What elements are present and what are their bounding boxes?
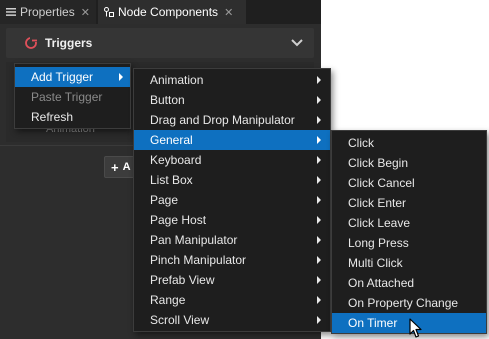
submenu-arrow-icon [317,236,321,244]
menu-item-animation[interactable]: Animation [134,70,330,90]
menu-item-on-attached[interactable]: On Attached [332,273,486,293]
menu-item-long-press[interactable]: Long Press [332,233,486,253]
menu-item-page[interactable]: Page [134,190,330,210]
submenu-arrow-icon [317,76,321,84]
menu-item-on-property-change[interactable]: On Property Change [332,293,486,313]
menu-item-list-box[interactable]: List Box [134,170,330,190]
properties-icon [6,8,16,16]
submenu-arrow-icon [317,156,321,164]
menu-item-label: Paste Trigger [31,90,103,104]
menu-item-click-begin[interactable]: Click Begin [332,153,486,173]
context-menu: Add Trigger Paste Trigger Refresh [14,63,131,129]
menu-item-general[interactable]: General [134,130,330,150]
tab-properties[interactable]: Properties ✕ [0,0,96,24]
menu-item-label: Keyboard [150,153,202,167]
trigger-icon [25,37,38,49]
menu-item-label: Drag and Drop Manipulator [150,113,295,127]
submenu-arrow-icon [317,256,321,264]
submenu-arrow-icon [317,136,321,144]
tab-node-components[interactable]: Node Components ✕ [98,0,246,24]
menu-item-label: List Box [150,173,193,187]
general-triggers-menu: Click Click Begin Click Cancel Click Ent… [331,130,487,334]
menu-item-label: Click Begin [348,156,409,170]
menu-item-button[interactable]: Button [134,90,330,110]
menu-item-label: Button [150,93,185,107]
menu-item-scroll-view[interactable]: Scroll View [134,310,330,330]
menu-item-pan-manipulator[interactable]: Pan Manipulator [134,230,330,250]
menu-item-click-leave[interactable]: Click Leave [332,213,486,233]
menu-item-label: On Timer [348,316,398,330]
menu-item-label: Page Host [150,213,207,227]
close-icon[interactable]: ✕ [81,6,90,19]
add-trigger-button[interactable]: + A [104,156,136,178]
menu-item-keyboard[interactable]: Keyboard [134,150,330,170]
menu-item-paste-trigger: Paste Trigger [15,87,130,107]
menu-item-label: Click Leave [348,216,411,230]
add-trigger-button-label: A [122,161,131,173]
menu-item-label: Range [150,293,186,307]
menu-item-multi-click[interactable]: Multi Click [332,253,486,273]
menu-item-label: Click Enter [348,196,407,210]
submenu-arrow-icon [317,96,321,104]
node-components-icon [104,7,114,17]
plus-icon: + [111,159,119,175]
tab-bar: Properties ✕ Node Components ✕ [0,0,321,24]
menu-item-label: Long Press [348,236,409,250]
menu-item-label: Pinch Manipulator [150,253,247,267]
triggers-section-header[interactable]: Triggers [6,28,314,58]
menu-item-click-cancel[interactable]: Click Cancel [332,173,486,193]
submenu-arrow-icon [317,296,321,304]
menu-item-label: Page [150,193,179,207]
menu-item-label: Add Trigger [31,70,94,84]
menu-item-label: Click [348,136,374,150]
menu-item-add-trigger[interactable]: Add Trigger [15,67,130,87]
menu-item-drag-and-drop-manipulator[interactable]: Drag and Drop Manipulator [134,110,330,130]
submenu-arrow-icon [317,316,321,324]
mouse-pointer-icon [409,318,422,338]
menu-item-label: Prefab View [150,273,215,287]
triggers-title: Triggers [45,36,93,50]
menu-item-page-host[interactable]: Page Host [134,210,330,230]
menu-item-range[interactable]: Range [134,290,330,310]
menu-item-label: Pan Manipulator [150,233,238,247]
submenu-arrow-icon [317,176,321,184]
menu-item-refresh[interactable]: Refresh [15,107,130,127]
submenu-arrow-icon [317,216,321,224]
menu-item-label: Click Cancel [348,176,415,190]
menu-item-label: Refresh [31,110,74,124]
tab-node-components-label: Node Components [118,5,219,19]
submenu-arrow-icon [119,73,123,81]
chevron-down-icon[interactable] [290,36,304,50]
submenu-arrow-icon [317,116,321,124]
menu-item-label: Animation [150,73,204,87]
menu-item-label: On Attached [348,276,415,290]
menu-item-prefab-view[interactable]: Prefab View [134,270,330,290]
close-icon[interactable]: ✕ [224,6,233,19]
submenu-arrow-icon [317,276,321,284]
menu-item-pinch-manipulator[interactable]: Pinch Manipulator [134,250,330,270]
tab-properties-label: Properties [20,5,75,19]
menu-item-label: Multi Click [348,256,403,270]
trigger-types-menu: Animation Button Drag and Drop Manipulat… [133,68,331,332]
submenu-arrow-icon [317,196,321,204]
menu-item-click-enter[interactable]: Click Enter [332,193,486,213]
menu-item-label: General [150,133,193,147]
menu-item-click[interactable]: Click [332,133,486,153]
menu-item-label: Scroll View [150,313,210,327]
menu-item-label: On Property Change [348,296,459,310]
